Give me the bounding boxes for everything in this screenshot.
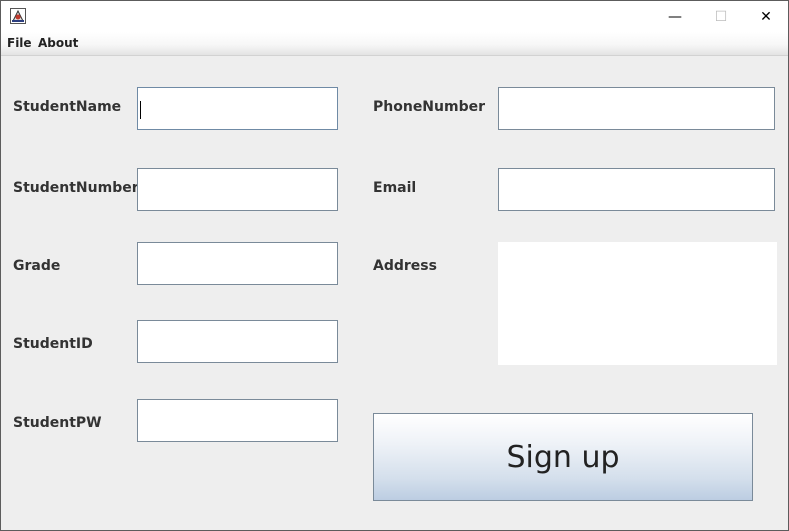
- minimize-button[interactable]: —: [652, 1, 698, 32]
- app-window: — ☐ ✕ File About StudentName StudentNumb…: [0, 0, 789, 531]
- address-textarea[interactable]: [498, 242, 777, 365]
- student-name-input[interactable]: [137, 87, 338, 130]
- close-button[interactable]: ✕: [743, 1, 789, 32]
- menu-file[interactable]: File: [7, 36, 32, 50]
- text-caret: [140, 101, 141, 119]
- address-label: Address: [373, 258, 437, 274]
- student-pw-input[interactable]: [137, 399, 338, 442]
- student-pw-label: StudentPW: [13, 415, 102, 431]
- email-label: Email: [373, 180, 417, 196]
- student-number-label: StudentNumber: [13, 180, 139, 196]
- menu-about[interactable]: About: [38, 36, 78, 50]
- maximize-button[interactable]: ☐: [698, 1, 744, 32]
- maximize-icon: ☐: [714, 8, 728, 25]
- menu-bar: File About: [1, 32, 788, 56]
- grade-input[interactable]: [137, 242, 338, 285]
- phone-number-input[interactable]: [498, 87, 775, 130]
- minimize-icon: —: [668, 8, 682, 25]
- email-input[interactable]: [498, 168, 775, 211]
- student-name-label: StudentName: [13, 99, 122, 115]
- close-icon: ✕: [760, 8, 772, 25]
- title-bar: — ☐ ✕: [1, 1, 788, 32]
- grade-label: Grade: [13, 258, 61, 274]
- student-number-input[interactable]: [137, 168, 338, 211]
- student-id-input[interactable]: [137, 320, 338, 363]
- phone-number-label: PhoneNumber: [373, 99, 485, 115]
- student-id-label: StudentID: [13, 336, 93, 352]
- java-app-icon: [10, 8, 26, 24]
- sign-up-button[interactable]: Sign up: [373, 413, 753, 501]
